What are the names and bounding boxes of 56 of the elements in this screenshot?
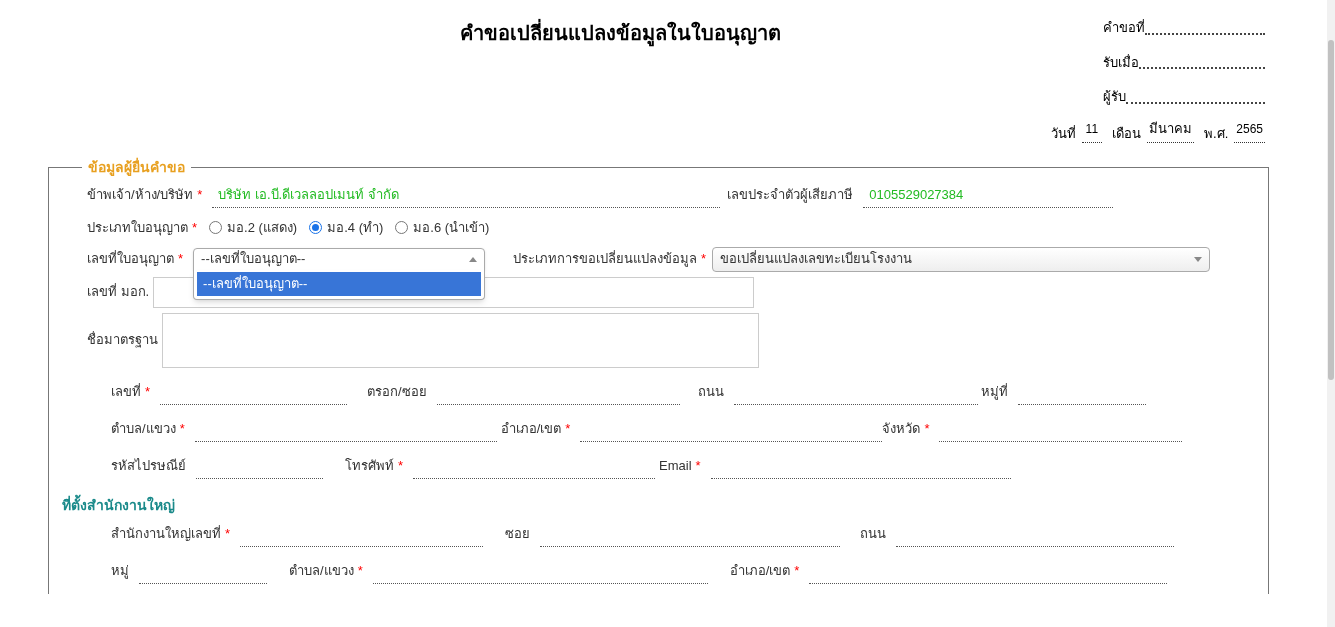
required-mark: * xyxy=(924,420,930,436)
day-value: 11 xyxy=(1081,120,1103,143)
field-label: ข้าพเจ้า/ห้าง/บริษัท xyxy=(87,185,194,204)
year-value: 2565 xyxy=(1234,120,1265,143)
field-label: หมู่ที่ xyxy=(980,382,1008,402)
field-label: ตำบล/แขวง xyxy=(289,561,354,580)
receipt-label: ผู้รับ xyxy=(1103,88,1126,107)
field-label: ประเภทการขอเปลี่ยนแปลงข้อมูล xyxy=(513,249,698,269)
required-mark: * xyxy=(192,218,198,237)
receipt-label: คำขอที่ xyxy=(1103,18,1145,37)
date-label: เดือน xyxy=(1112,124,1142,143)
field-label: ซอย xyxy=(505,524,531,543)
field-label: ประเภทใบอนุญาต xyxy=(87,218,188,238)
field-label: โทรศัพท์ xyxy=(345,456,394,475)
license-type-radio[interactable]: มอ.6 (นำเข้า) xyxy=(395,217,490,238)
field-label: ตรอก/ซอย xyxy=(367,382,427,401)
required-mark: * xyxy=(179,420,185,436)
field-label: รหัสไปรษณีย์ xyxy=(111,456,186,475)
field-label: ตำบล/แขวง xyxy=(111,419,176,438)
required-mark: * xyxy=(701,250,707,269)
required-mark: * xyxy=(398,457,404,473)
tax-id-value: 0105529027384 xyxy=(869,185,964,204)
field-label: ถนน xyxy=(697,382,724,401)
field-label: ชื่อมาตรฐาน xyxy=(87,330,158,350)
section-heading: ที่ตั้งสำนักงานใหญ่ xyxy=(62,495,175,516)
month-value: มีนาคม xyxy=(1147,118,1195,143)
field-label: จังหวัด xyxy=(882,419,921,438)
license-number-select[interactable]: --เลขที่ใบอนุญาต-- xyxy=(193,247,486,271)
required-mark: * xyxy=(225,525,231,541)
date-label: วันที่ xyxy=(1050,124,1076,143)
field-label: เลขที่ มอก. xyxy=(87,282,150,302)
required-mark: * xyxy=(357,562,363,578)
field-label: Email xyxy=(659,456,692,475)
license-type-radio[interactable]: มอ.4 (ทำ) xyxy=(309,217,384,238)
field-label: ถนน xyxy=(860,524,887,543)
field-label: อำเภอ/เขต xyxy=(729,561,791,580)
form-title: คำขอเปลี่ยนแปลงข้อมูลในใบอนุญาต xyxy=(459,18,781,143)
company-name: บริษัท เอ.บี.ดีเวลลอปเมนท์ จำกัด xyxy=(218,185,399,204)
field-label: สำนักงานใหญ่เลขที่ xyxy=(111,524,221,543)
required-mark: * xyxy=(145,383,151,399)
section-legend: ข้อมูลผู้ยื่นคำขอ xyxy=(82,157,191,178)
required-mark: * xyxy=(565,420,571,436)
field-label: เลขที่ใบอนุญาต xyxy=(87,249,174,269)
change-type-select[interactable]: ขอเปลี่ยนแปลงเลขทะเบียนโรงงาน xyxy=(712,246,1211,272)
license-type-radio[interactable]: มอ.2 (แสดง) xyxy=(209,217,298,238)
required-mark: * xyxy=(178,250,184,269)
field-label: เลขที่ xyxy=(111,382,141,401)
field-label: เลขประจำตัวผู้เสียภาษี xyxy=(727,185,854,205)
receipt-label: รับเมื่อ xyxy=(1103,53,1139,72)
field-label: หมู่ xyxy=(111,561,129,581)
dropdown-option[interactable]: --เลขที่ใบอนุญาต-- xyxy=(197,271,482,296)
required-mark: * xyxy=(695,457,701,473)
date-label: พ.ศ. xyxy=(1204,124,1229,143)
field-label: อำเภอ/เขต xyxy=(500,419,562,438)
required-mark: * xyxy=(197,186,203,202)
required-mark: * xyxy=(794,562,800,578)
